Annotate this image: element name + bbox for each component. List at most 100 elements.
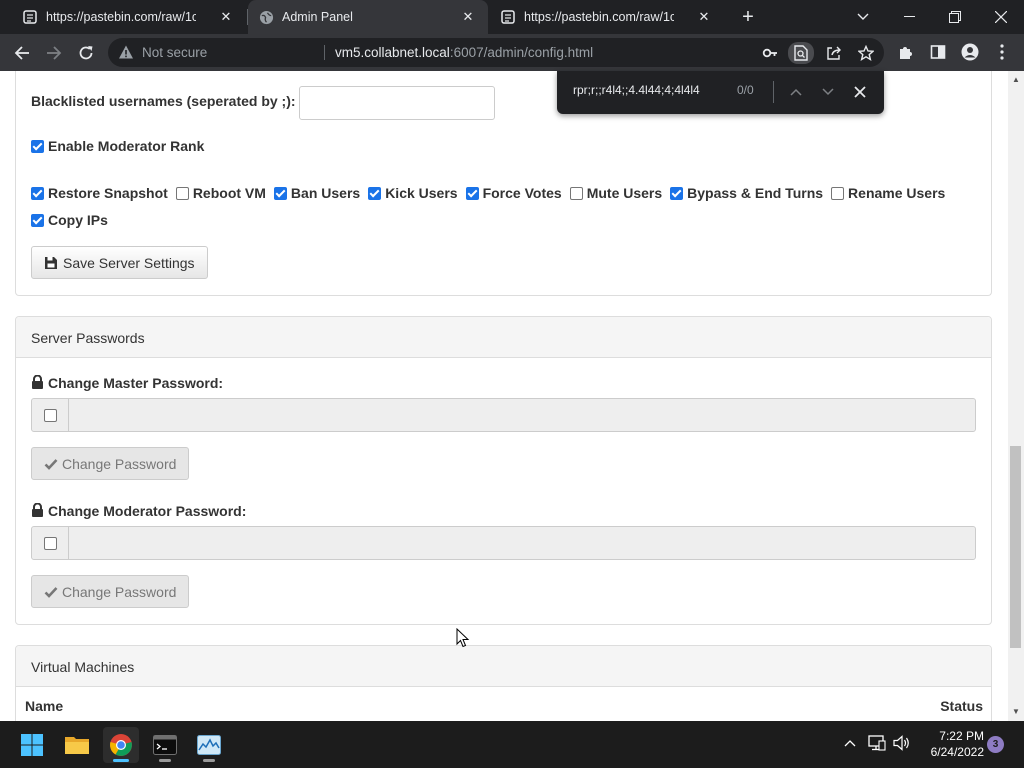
permission-label: Rename Users [848,185,946,201]
change-password-label: Change Password [62,455,177,472]
master-password-enable[interactable] [31,398,69,432]
url-text[interactable]: vm5.collabnet.local:6007/admin/config.ht… [335,45,593,60]
server-passwords-panel: Server Passwords Change Master Password:… [15,316,992,625]
checkbox[interactable] [831,187,845,200]
file-explorer-folder-icon[interactable] [59,727,95,763]
server-passwords-heading: Server Passwords [16,317,991,358]
checkbox[interactable] [273,187,287,200]
page-viewport: Blacklisted usernames (seperated by ;): … [0,71,1008,721]
close-tab-icon[interactable]: ✕ [460,9,476,25]
tab-title: https://pastebin.com/raw/1cUjfQ [524,10,674,24]
key-icon[interactable] [760,43,780,63]
open-app-indicator [159,759,171,762]
scroll-down-arrow-icon[interactable]: ▼ [1012,707,1020,716]
save-icon [44,256,59,270]
change-master-password-button[interactable]: Change Password [31,447,190,480]
find-next-chevron-icon[interactable] [818,82,838,102]
start-windows-icon[interactable] [14,727,50,763]
scrollbar-thumb[interactable] [1010,446,1021,648]
permission-reboot-vm[interactable]: Reboot VM [175,180,266,207]
checkbox[interactable] [368,187,382,200]
new-tab-plus-icon[interactable]: + [736,6,760,28]
moderator-password-label: Change Moderator Password: [31,502,247,520]
checkbox[interactable] [465,187,479,200]
permission-force-votes[interactable]: Force Votes [465,180,562,207]
terminal-icon[interactable] [147,727,183,763]
find-query-input[interactable]: rpr;r;;r4l4;;4.4l44;4;4l4l4 [573,83,700,97]
reload-icon[interactable] [73,40,99,66]
master-password-checkbox[interactable] [43,408,57,422]
forward-arrow-icon[interactable] [41,40,67,66]
tab-admin-panel[interactable]: Admin Panel ✕ [248,0,488,34]
scroll-up-arrow-icon[interactable]: ▲ [1012,75,1020,84]
tab-pastebin-1[interactable]: https://pastebin.com/raw/1cUjfQ ✕ [12,0,248,34]
share-icon[interactable] [824,43,844,63]
blacklist-input[interactable] [299,86,495,120]
side-panel-icon[interactable] [928,42,948,62]
url-host: vm5.collabnet.local [335,45,450,60]
moderator-rank-checkbox[interactable] [31,140,44,153]
windows-taskbar: 7:22 PM 6/24/2022 3 [0,721,1024,768]
clock-date: 6/24/2022 [930,745,984,759]
master-password-input[interactable] [68,398,976,432]
checkbox[interactable] [175,187,189,200]
notification-count-badge[interactable]: 3 [987,736,1004,753]
chrome-browser-icon[interactable] [103,727,139,763]
profile-avatar-icon[interactable] [960,42,980,62]
permission-mute-users[interactable]: Mute Users [569,180,662,207]
permission-ban-users[interactable]: Ban Users [273,180,360,207]
show-hidden-icons-chevron-icon[interactable] [840,733,860,753]
volume-speaker-icon[interactable] [892,733,912,753]
moderator-password-enable[interactable] [31,526,69,560]
moderator-password-checkbox[interactable] [43,536,57,550]
mouse-pointer-icon [456,627,470,648]
change-moderator-password-button[interactable]: Change Password [31,575,190,608]
permission-label: Restore Snapshot [48,185,168,201]
back-arrow-icon[interactable] [9,40,35,66]
find-bar: rpr;r;;r4l4;;4.4l44;4;4l4l4 0/0 [557,71,884,114]
permissions-list: Restore Snapshot Reboot VM Ban Users Kick U… [31,180,971,234]
permission-bypass-end-turns[interactable]: Bypass & End Turns [670,180,823,207]
find-close-icon[interactable] [850,82,870,102]
find-in-page-icon[interactable] [788,42,814,64]
open-app-indicator [203,759,215,762]
master-password-group [31,398,976,432]
check-icon [44,458,58,470]
tab-pastebin-2[interactable]: https://pastebin.com/raw/1cUjfQ ✕ [490,0,724,34]
page-scrollbar[interactable]: ▲ ▼ [1008,71,1024,721]
extensions-puzzle-icon[interactable] [896,42,916,62]
permission-label: Copy IPs [48,212,108,228]
checkbox[interactable] [31,187,44,200]
checkbox[interactable] [31,214,44,227]
checkbox[interactable] [569,187,583,200]
close-tab-icon[interactable]: ✕ [696,9,712,25]
menu-kebab-icon[interactable] [992,42,1012,62]
permission-kick-users[interactable]: Kick Users [368,180,458,207]
moderator-password-input[interactable] [68,526,976,560]
checkbox[interactable] [670,187,684,200]
address-bar[interactable]: Not secure vm5.collabnet.local:6007/admi… [108,38,884,67]
moderator-password-label-text: Change Moderator Password: [48,503,247,519]
tab-search-chevron-icon[interactable] [840,0,886,34]
permission-copy-ips[interactable]: Copy IPs [31,207,108,234]
close-window-icon[interactable] [978,0,1024,34]
system-clock[interactable]: 7:22 PM 6/24/2022 [920,728,984,760]
warning-triangle-icon[interactable] [118,44,134,60]
moderator-rank-toggle[interactable]: Enable Moderator Rank [31,138,212,154]
column-status[interactable]: Status [940,698,983,714]
network-icon[interactable] [867,733,887,753]
permission-rename-users[interactable]: Rename Users [831,180,945,207]
column-name[interactable]: Name [25,698,63,714]
save-server-settings-button[interactable]: Save Server Settings [31,246,208,279]
save-button-label: Save Server Settings [63,254,195,271]
performance-monitor-icon[interactable] [191,727,227,763]
restore-window-icon[interactable] [932,0,978,34]
minimize-icon[interactable] [886,0,932,34]
find-previous-chevron-icon[interactable] [786,82,806,102]
bookmark-star-icon[interactable] [856,43,876,63]
browser-toolbar: Not secure vm5.collabnet.local:6007/admi… [0,34,1024,71]
permission-restore-snapshot[interactable]: Restore Snapshot [31,180,168,207]
browser-tab-strip: https://pastebin.com/raw/1cUjfQ ✕ Admin … [0,0,1024,34]
security-status-label[interactable]: Not secure [142,45,207,60]
close-tab-icon[interactable]: ✕ [218,9,234,25]
